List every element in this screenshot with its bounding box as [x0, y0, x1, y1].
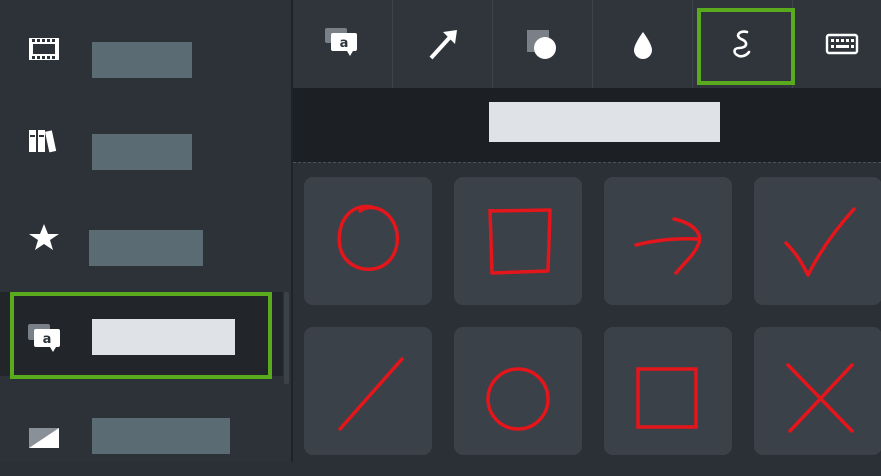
library-books-icon: [26, 126, 62, 156]
sketch-x-icon: [786, 363, 854, 433]
sketch-square-icon: [488, 208, 552, 275]
sidebar: a: [0, 0, 291, 462]
gradient-square-icon: [26, 422, 62, 452]
arrow-icon: [429, 30, 457, 60]
sidebar-item-label: [92, 42, 192, 78]
shape-tile-x[interactable]: [754, 327, 881, 455]
sidebar-item-label: [92, 418, 230, 454]
sketch-line-icon: [338, 357, 404, 431]
svg-text:a: a: [340, 36, 349, 51]
tool-arrows[interactable]: [393, 0, 493, 88]
sidebar-scrollbar[interactable]: [284, 292, 289, 384]
squiggle-sketch-icon: [733, 30, 751, 58]
sidebar-item-label: [92, 134, 192, 170]
blur-drop-icon: [634, 32, 652, 59]
tool-blur-highlight[interactable]: [593, 0, 693, 88]
sidebar-item-label: [89, 230, 203, 266]
panel-title: [489, 102, 720, 142]
tool-sketch-motion[interactable]: [693, 0, 795, 88]
shape-overlap-icon: [527, 30, 556, 59]
tool-keystroke[interactable]: [793, 0, 881, 88]
sketch-circle-icon: [337, 204, 400, 271]
sidebar-item-annotations[interactable]: a: [0, 292, 283, 379]
callout-a-icon: a: [26, 322, 62, 352]
sidebar-item-media[interactable]: [0, 6, 283, 90]
sidebar-item-transitions[interactable]: [0, 392, 283, 476]
sidebar-item-label: [92, 319, 235, 355]
shape-tile-circle[interactable]: [304, 177, 432, 305]
sketch-circle-icon: [486, 367, 550, 431]
sketch-shape-grid: [293, 164, 881, 462]
tool-callouts[interactable]: a: [293, 0, 393, 88]
star-icon: [26, 222, 62, 252]
sidebar-item-favorites[interactable]: [0, 194, 283, 278]
shape-tile-line[interactable]: [304, 327, 432, 455]
shape-tile-square[interactable]: [604, 327, 732, 455]
shape-tile-checkmark[interactable]: [754, 177, 881, 305]
panel-header: [293, 88, 881, 162]
annotation-type-toolbar: a: [293, 0, 881, 88]
sketch-arrow-icon: [634, 217, 702, 275]
shape-tile-circle[interactable]: [454, 327, 582, 455]
film-strip-icon: [26, 34, 62, 64]
divider: [293, 162, 881, 163]
callout-a-icon: a: [325, 28, 357, 56]
keyboard-icon: [825, 33, 859, 55]
sidebar-item-library[interactable]: [0, 98, 283, 182]
svg-text:a: a: [43, 332, 52, 347]
sketch-checkmark-icon: [784, 207, 856, 277]
shape-tile-arrow[interactable]: [604, 177, 732, 305]
tool-shapes[interactable]: [493, 0, 593, 88]
sketch-square-icon: [636, 367, 698, 429]
shape-tile-square[interactable]: [454, 177, 582, 305]
